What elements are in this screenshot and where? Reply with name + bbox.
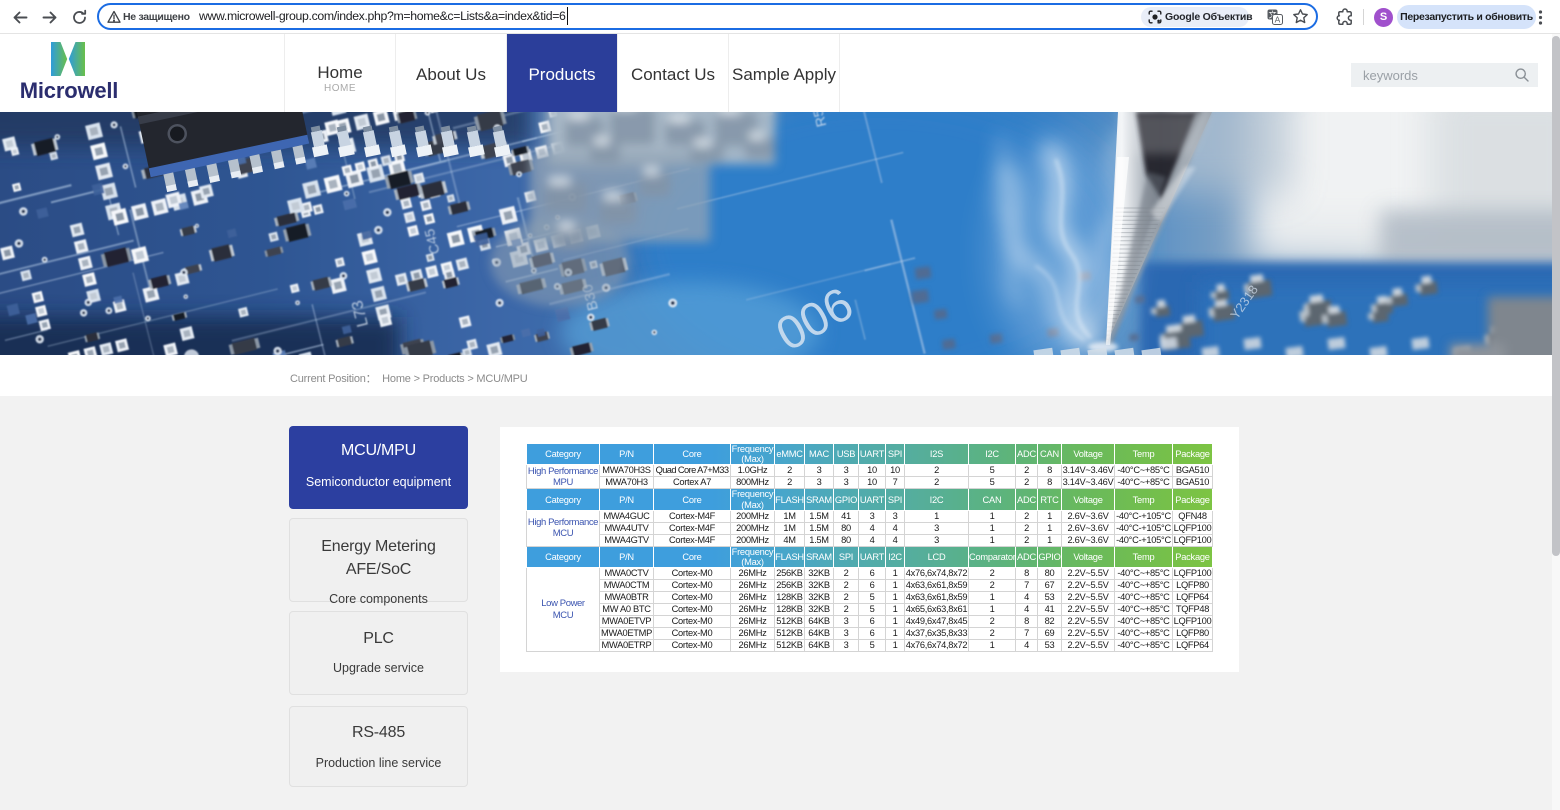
svg-text:A: A (1275, 15, 1281, 25)
